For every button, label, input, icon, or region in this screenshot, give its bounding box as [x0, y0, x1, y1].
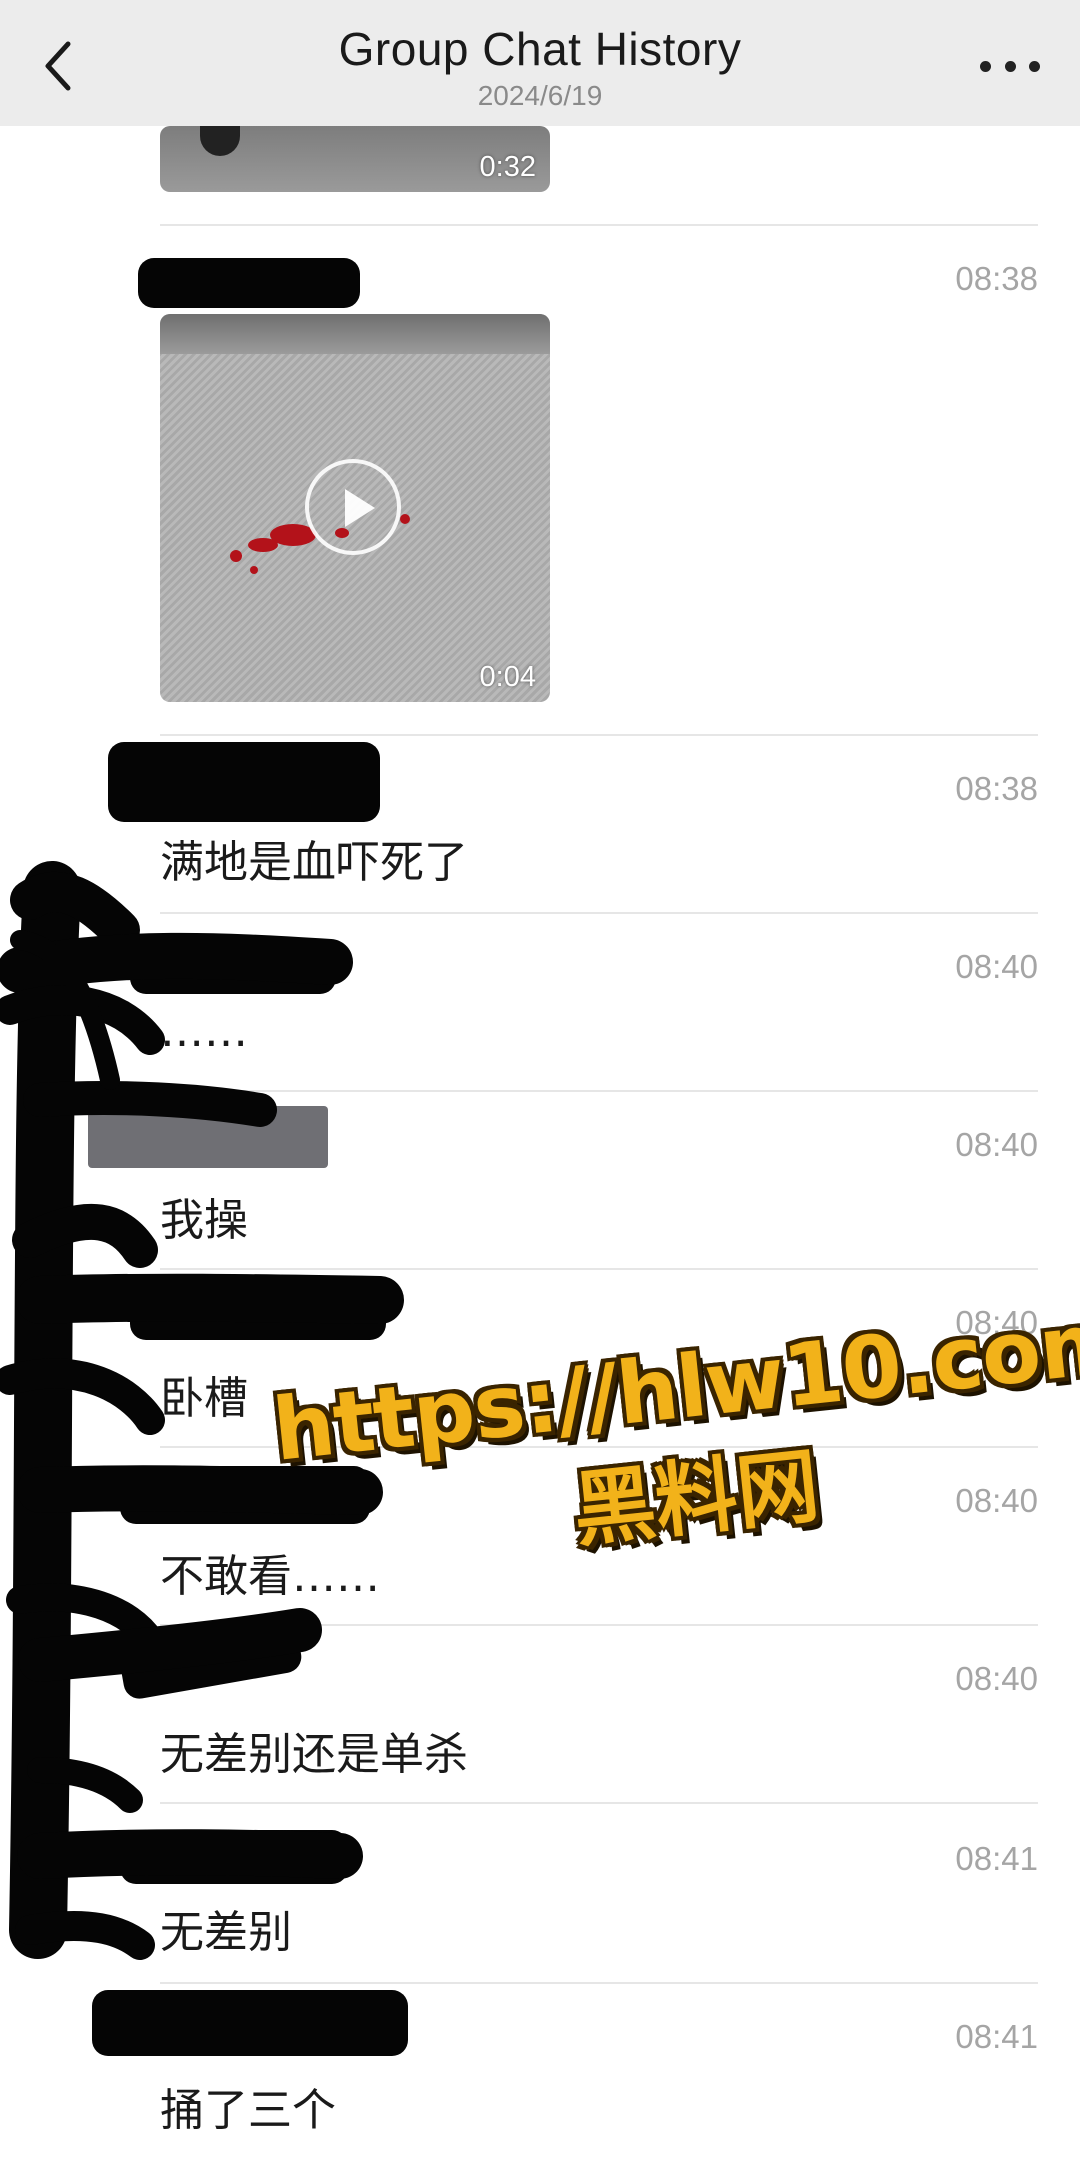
watermark: https://hlw10.com 黑料网	[268, 1291, 1080, 1640]
message-time: 08:40	[955, 1126, 1038, 1163]
watermark-site-name: 黑料网	[568, 1438, 824, 1560]
message-time: 08:40	[955, 1482, 1038, 1519]
message-divider	[160, 1982, 1038, 1984]
video-message[interactable]: 0:04	[160, 314, 550, 702]
video-thumbnail-detail	[250, 566, 258, 574]
video-duration: 0:32	[479, 151, 536, 183]
redacted-sender-name	[120, 1466, 370, 1524]
message-time: 08:40	[955, 1660, 1038, 1697]
redacted-sender-name	[92, 1990, 408, 2056]
nav-bar: Group Chat History 2024/6/19	[0, 0, 1080, 126]
redacted-sender-name	[138, 258, 360, 308]
message-divider	[160, 1446, 1038, 1448]
redacted-sender-name	[120, 1830, 348, 1884]
message-time: 08:40	[955, 1304, 1038, 1341]
redacted-sender-name	[130, 940, 336, 994]
redacted-sender-name	[88, 1106, 328, 1168]
message-divider	[160, 1268, 1038, 1270]
play-icon[interactable]	[305, 459, 401, 555]
message-divider	[160, 734, 1038, 736]
watermark-url: https://hlw10.com	[268, 1291, 1080, 1481]
message-text: 无差别还是单杀	[160, 1729, 468, 1780]
message-text: 卧槽	[160, 1373, 248, 1424]
redacted-sender-name	[130, 1286, 386, 1340]
message-time: 08:40	[955, 948, 1038, 985]
redacted-sender-name	[116, 1610, 304, 1702]
message-time: 08:38	[955, 260, 1038, 297]
video-thumbnail-detail	[200, 126, 240, 156]
more-dot-icon	[980, 60, 991, 72]
message-text: 捅了三个	[160, 2085, 336, 2136]
more-button[interactable]	[980, 56, 1040, 76]
message-time: 08:41	[955, 1840, 1038, 1877]
video-duration: 0:04	[479, 661, 536, 693]
redacted-sender-name	[108, 742, 380, 822]
message-time: 08:41	[955, 2018, 1038, 2055]
video-thumbnail-detail	[230, 550, 242, 562]
video-thumbnail-detail	[248, 538, 278, 552]
video-thumbnail-detail	[160, 314, 550, 354]
message-text: 无差别	[160, 1907, 292, 1958]
message-text: 我操	[160, 1195, 248, 1246]
video-thumbnail-detail	[400, 514, 410, 524]
message-text: ……	[160, 1006, 248, 1057]
page-title: Group Chat History	[338, 23, 742, 75]
message-time: 08:38	[955, 770, 1038, 807]
more-dot-icon	[1004, 60, 1016, 72]
video-message[interactable]: 0:32	[160, 126, 550, 192]
message-text: 不敢看……	[160, 1551, 380, 1602]
page-date: 2024/6/19	[477, 80, 603, 111]
message-text: 满地是血吓死了	[160, 837, 468, 888]
message-divider	[160, 1090, 1038, 1092]
message-divider	[160, 224, 1038, 226]
message-divider	[160, 912, 1038, 914]
message-divider	[160, 1802, 1038, 1804]
more-dot-icon	[1029, 60, 1040, 72]
